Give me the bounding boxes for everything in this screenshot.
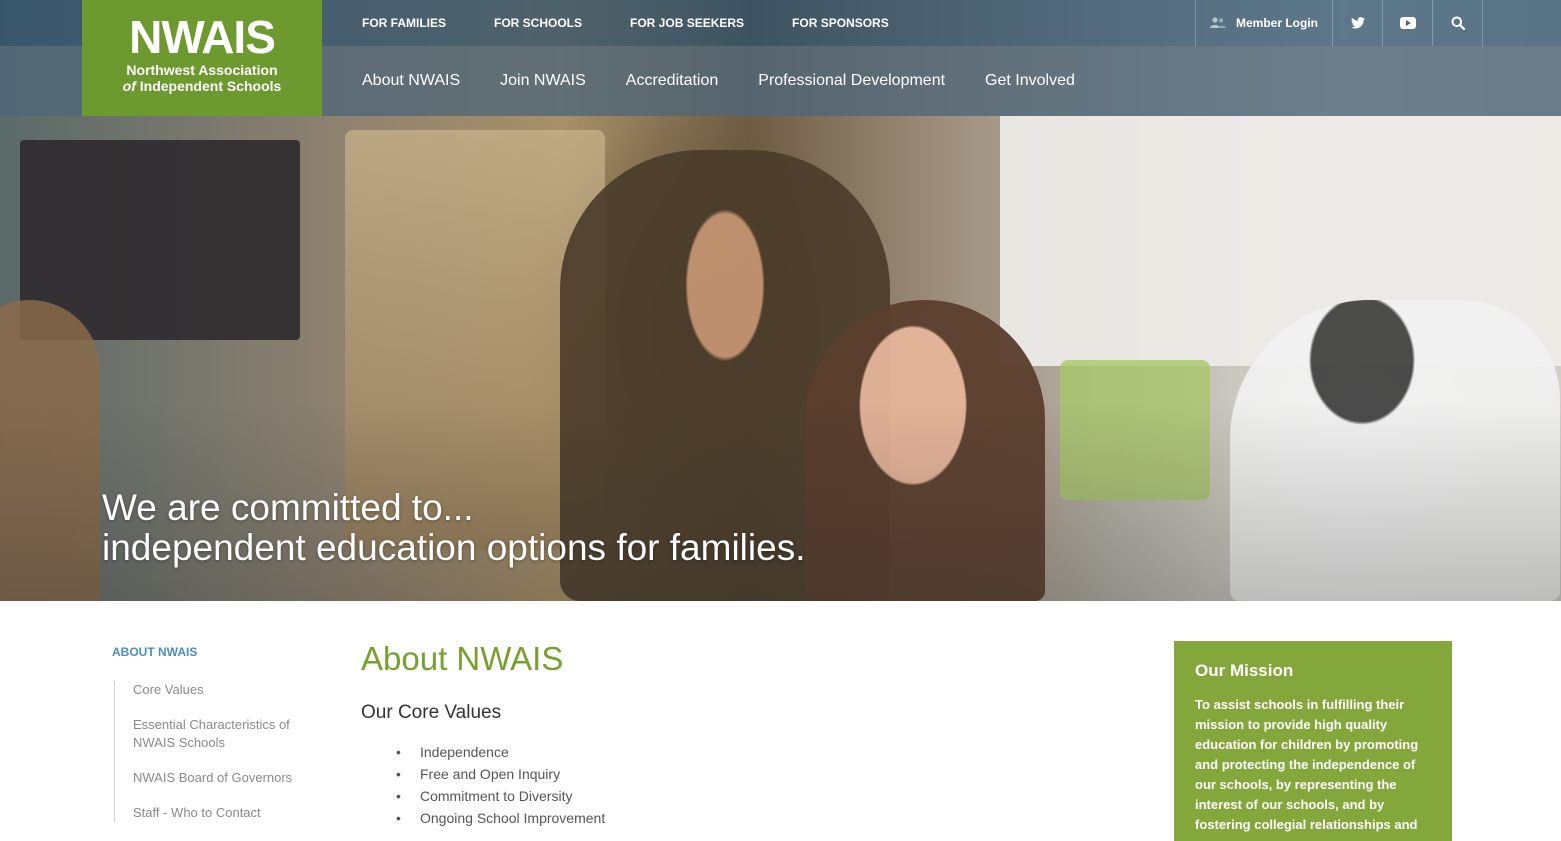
twitter-icon: [1350, 17, 1365, 29]
nav-get-involved[interactable]: Get Involved: [985, 72, 1075, 90]
sidebar-title[interactable]: ABOUT NWAIS: [112, 645, 322, 659]
page-title: About NWAIS: [361, 640, 564, 677]
bullet: •: [396, 810, 401, 826]
utility-link-sponsors[interactable]: FOR SPONSORS: [792, 16, 889, 30]
site-logo[interactable]: NWAIS Northwest Association of Independe…: [82, 0, 322, 116]
section-title: Our Core Values: [361, 702, 502, 723]
sidebar-item-core-values[interactable]: Core Values: [133, 681, 313, 699]
sidebar-list: Core Values Essential Characteristics of…: [114, 681, 322, 822]
search-button[interactable]: [1432, 0, 1483, 46]
sidebar-item: Core Values: [133, 681, 322, 699]
logo-line-2: of Independent Schools: [82, 78, 322, 94]
list-item: • Ongoing School Improvement: [361, 807, 1141, 829]
logo-line-1: Northwest Association: [126, 62, 278, 78]
search-icon: [1451, 16, 1465, 30]
utility-link-schools[interactable]: FOR SCHOOLS: [494, 16, 582, 30]
twitter-button[interactable]: [1332, 0, 1382, 46]
sidebar-item-essential-characteristics[interactable]: Essential Characteristics of NWAIS Schoo…: [133, 716, 313, 752]
core-value-text: Ongoing School Improvement: [420, 810, 606, 826]
core-values-list: • Independence • Free and Open Inquiry • Co…: [361, 741, 1141, 829]
sidebar-item: NWAIS Board of Governors: [133, 769, 322, 787]
core-value-text: Commitment to Diversity: [420, 788, 573, 804]
member-login-button[interactable]: Member Login: [1195, 0, 1332, 46]
mission-box: Our Mission To assist schools in fulfill…: [1174, 641, 1452, 841]
list-item: • Free and Open Inquiry: [361, 763, 1141, 785]
list-item: • Commitment to Diversity: [361, 785, 1141, 807]
utility-link-families[interactable]: FOR FAMILIES: [362, 16, 446, 30]
hero-tagline-line2: independent education options for famili…: [102, 527, 806, 568]
bullet: •: [396, 744, 401, 760]
sidebar-item-board-of-governors[interactable]: NWAIS Board of Governors: [133, 769, 313, 787]
hero-tagline: We are committed to... independent educa…: [102, 488, 805, 568]
core-value-text: Independence: [420, 744, 509, 760]
nav-about[interactable]: About NWAIS: [362, 72, 460, 90]
nav-accreditation[interactable]: Accreditation: [626, 72, 719, 90]
bullet: •: [396, 788, 401, 804]
sidebar-item: Staff - Who to Contact: [133, 804, 322, 822]
mission-text: To assist schools in fulfilling their mi…: [1195, 697, 1419, 832]
section-sidebar: ABOUT NWAIS Core Values Essential Charac…: [112, 641, 322, 839]
youtube-icon: [1399, 17, 1416, 29]
sidebar-item: Essential Characteristics of NWAIS Schoo…: [133, 716, 322, 752]
main-nav: About NWAIS Join NWAIS Accreditation Pro…: [362, 46, 1115, 116]
core-value-text: Free and Open Inquiry: [420, 766, 561, 782]
logo-mark: NWAIS: [129, 11, 276, 63]
logo-line-2-italic: of: [122, 78, 136, 94]
hero-tagline-line1: We are committed to...: [102, 487, 474, 528]
nav-join[interactable]: Join NWAIS: [500, 72, 586, 90]
bullet: •: [396, 766, 401, 782]
user-icon: [1209, 17, 1226, 28]
list-item: • Independence: [361, 741, 1141, 763]
sidebar-item-staff[interactable]: Staff - Who to Contact: [133, 804, 313, 822]
utility-link-job-seekers[interactable]: FOR JOB SEEKERS: [630, 16, 744, 30]
mission-title: Our Mission: [1195, 661, 1294, 680]
nav-professional-development[interactable]: Professional Development: [758, 72, 945, 90]
logo-line-2-rest: Independent Schools: [135, 78, 282, 94]
utility-actions: Member Login: [1195, 0, 1483, 46]
main-content: About NWAIS Our Core Values • Independenc…: [361, 641, 1141, 829]
utility-nav: FOR FAMILIES FOR SCHOOLS FOR JOB SEEKERS…: [362, 0, 937, 46]
member-login-label: Member Login: [1235, 16, 1318, 30]
youtube-button[interactable]: [1382, 0, 1432, 46]
